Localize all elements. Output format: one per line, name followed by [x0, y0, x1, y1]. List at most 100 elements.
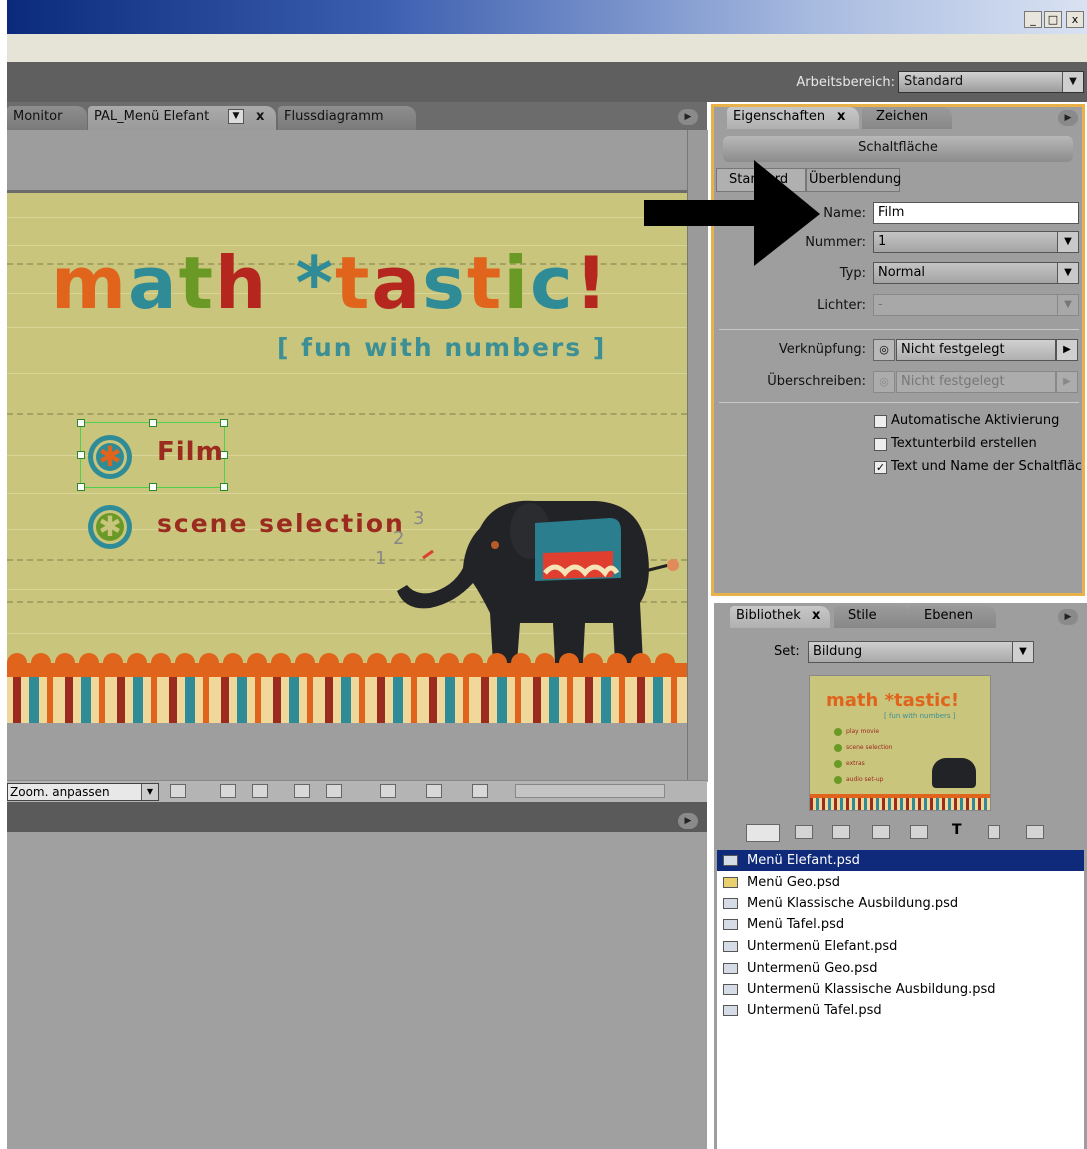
list-item[interactable]: Menü Geo.psd — [717, 872, 1084, 893]
resize-handle[interactable] — [149, 483, 157, 491]
list-item[interactable]: Menü Elefant.psd — [717, 850, 1084, 871]
thumb-item: extras — [846, 760, 865, 767]
list-item[interactable]: Menü Tafel.psd — [717, 914, 1084, 935]
panel-menu-icon[interactable]: ▶ — [1058, 609, 1078, 625]
lichter-select[interactable]: - ▼ — [873, 294, 1079, 316]
menu-canvas[interactable]: math *tastic! [ fun with numbers ] ✱ Fil… — [7, 193, 687, 723]
verknuepfung-select[interactable]: Nicht festgelegt — [896, 339, 1056, 361]
psd-file-icon — [723, 941, 738, 952]
scene-button-icon[interactable]: ✱ — [88, 505, 132, 549]
menu-subtitle: [ fun with numbers ] — [277, 333, 607, 362]
safe-area-icon[interactable] — [170, 784, 186, 798]
workspace-select[interactable]: Standard ▼ — [898, 71, 1084, 93]
state-activated-icon[interactable] — [472, 784, 488, 798]
tab-close-icon[interactable]: x — [812, 606, 820, 626]
thumb-title: math *tastic! — [826, 690, 960, 711]
state-selected-icon[interactable] — [426, 784, 442, 798]
resize-handle[interactable] — [77, 483, 85, 491]
chevron-down-icon: ▼ — [1057, 295, 1078, 315]
chevron-right-icon[interactable]: ▶ — [1056, 339, 1078, 361]
tab-label: PAL_Menü Elefant — [94, 109, 210, 124]
list-item-label: Menü Tafel.psd — [747, 917, 845, 932]
chevron-down-icon: ▼ — [1062, 72, 1083, 92]
resize-handle[interactable] — [220, 483, 228, 491]
set-select[interactable]: Bildung ▼ — [808, 641, 1034, 663]
list-item[interactable]: Untermenü Geo.psd — [717, 958, 1084, 979]
tab-ebenen[interactable]: Ebenen — [908, 606, 996, 628]
title-letter: t — [178, 241, 216, 325]
menus-filter-icon[interactable] — [746, 824, 780, 842]
tab-label: Bibliothek — [736, 608, 801, 623]
add-to-library-icon[interactable] — [1026, 825, 1044, 839]
minimize-button[interactable]: _ — [1024, 11, 1042, 28]
title-letter: t — [466, 241, 504, 325]
checkbox-auto-activate[interactable] — [874, 415, 887, 428]
chevron-down-icon: ▼ — [1057, 263, 1078, 283]
list-item-label: Untermenü Klassische Ausbildung.psd — [747, 982, 996, 997]
list-item[interactable]: Untermenü Tafel.psd — [717, 1000, 1084, 1021]
divider — [719, 329, 1079, 330]
name-field[interactable]: Film — [873, 202, 1079, 224]
drop-zone-filter-icon[interactable] — [988, 825, 1000, 839]
grid-icon[interactable] — [220, 784, 236, 798]
timeline-header — [7, 802, 707, 832]
resize-handle[interactable] — [149, 419, 157, 427]
state-normal-icon[interactable] — [380, 784, 396, 798]
zoom-select[interactable]: Zoom. anpassen ▼ — [7, 783, 159, 801]
routing-icon[interactable] — [252, 784, 268, 798]
tab-close-icon[interactable]: x — [256, 106, 264, 128]
maximize-button[interactable]: □ — [1044, 11, 1062, 28]
backgrounds-filter-icon[interactable] — [832, 825, 850, 839]
library-preview-thumbnail: math *tastic! [ fun with numbers ] play … — [809, 675, 991, 811]
nummer-select[interactable]: 1 ▼ — [873, 231, 1079, 253]
pickwhip-icon[interactable]: ◎ — [873, 339, 895, 361]
tab-label: Stile — [848, 608, 877, 623]
horizontal-scrollbar[interactable] — [515, 784, 665, 798]
text-filter-icon[interactable]: T — [952, 822, 966, 838]
workspace-value: Standard — [904, 74, 964, 89]
checkbox-text-name[interactable]: ✓ — [874, 461, 887, 474]
window-titlebar — [7, 0, 1087, 34]
thumb-elephant — [932, 758, 976, 788]
menu-button-scene-selection[interactable]: scene selection — [157, 509, 405, 538]
title-letter: c — [530, 241, 575, 325]
button-highlight-icon[interactable] — [326, 784, 342, 798]
list-item-label: Untermenü Elefant.psd — [747, 939, 898, 954]
checkbox-text-subpicture[interactable] — [874, 438, 887, 451]
close-window-button[interactable]: x — [1066, 11, 1084, 28]
document-toolbar-area — [7, 130, 687, 190]
library-list[interactable]: Menü Elefant.psd Menü Geo.psd Menü Klass… — [717, 850, 1084, 1149]
resize-handle[interactable] — [77, 451, 85, 459]
tab-dropdown-icon[interactable]: ▼ — [228, 109, 244, 124]
panel-menu-icon[interactable]: ▶ — [1058, 110, 1078, 126]
tab-bibliothek[interactable]: Bibliothek x — [730, 606, 830, 628]
tab-close-icon[interactable]: x — [837, 107, 845, 127]
list-item[interactable]: Untermenü Elefant.psd — [717, 936, 1084, 957]
shapes-filter-icon[interactable] — [910, 825, 928, 839]
tab-monitor[interactable]: Monitor — [7, 106, 87, 130]
tab-flussdiagramm[interactable]: Flussdiagramm — [278, 106, 416, 130]
resize-handle[interactable] — [77, 419, 85, 427]
typ-select[interactable]: Normal ▼ — [873, 262, 1079, 284]
panel-menu-icon[interactable]: ▶ — [678, 109, 698, 125]
title-letter: a — [371, 241, 423, 325]
list-item[interactable]: Menü Klassische Ausbildung.psd — [717, 893, 1084, 914]
menu-title: math *tastic! — [51, 241, 610, 325]
chevron-right-icon[interactable]: ▶ — [1056, 371, 1078, 393]
tab-pal-menu-elefant[interactable]: PAL_Menü Elefant ▼ x — [88, 106, 276, 130]
panel-menu-icon[interactable]: ▶ — [678, 813, 698, 829]
ueberschreiben-select[interactable]: Nicht festgelegt — [896, 371, 1056, 393]
pickwhip-icon[interactable]: ◎ — [873, 371, 895, 393]
list-item[interactable]: Untermenü Klassische Ausbildung.psd — [717, 979, 1084, 1000]
tab-stile[interactable]: Stile — [834, 606, 910, 628]
nummer-value: 1 — [878, 234, 887, 249]
chevron-down-icon: ▼ — [1012, 642, 1033, 662]
direct-select-icon[interactable] — [294, 784, 310, 798]
tab-zeichen[interactable]: Zeichen — [862, 107, 952, 129]
tab-eigenschaften[interactable]: Eigenschaften x — [727, 107, 859, 129]
resize-handle[interactable] — [220, 419, 228, 427]
buttons-filter-icon[interactable] — [795, 825, 813, 839]
images-filter-icon[interactable] — [872, 825, 890, 839]
menu-button-film[interactable]: Film — [157, 437, 224, 467]
film-button-icon[interactable]: ✱ — [88, 435, 132, 479]
